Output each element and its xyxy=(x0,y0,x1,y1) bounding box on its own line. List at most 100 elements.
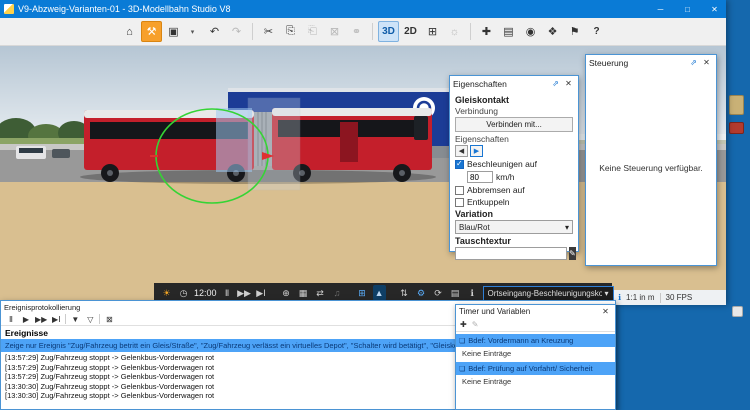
save-icon[interactable]: ▣ xyxy=(163,21,184,42)
event-selector-dropdown[interactable]: Ortseingang-Beschleunigungskon ▾ xyxy=(483,286,614,301)
desktop-icon[interactable] xyxy=(729,95,744,115)
skip-icon[interactable]: ▶Ⅰ xyxy=(255,285,268,301)
chevron-down-icon: ▾ xyxy=(605,289,609,298)
refresh-icon[interactable]: ⟳ xyxy=(432,285,445,301)
shuffle-icon[interactable]: ⇄ xyxy=(314,285,327,301)
toolbar-separator xyxy=(65,314,66,324)
filter-icon[interactable]: ▼ xyxy=(69,315,81,324)
plugin-icon[interactable]: ❖ xyxy=(542,21,563,42)
decouple-label: Entkuppeln xyxy=(467,197,510,207)
brake-checkbox[interactable] xyxy=(455,186,464,195)
sound-icon[interactable]: ♫ xyxy=(331,285,344,301)
desktop-icon[interactable] xyxy=(729,122,744,134)
wrench-icon[interactable]: ⚒ xyxy=(141,21,162,42)
light-icon: ☼ xyxy=(444,21,465,42)
decouple-checkbox[interactable] xyxy=(455,198,464,207)
flag-icon[interactable]: ⚑ xyxy=(564,21,585,42)
pause-icon[interactable]: Ⅱ xyxy=(5,315,17,324)
gear-icon[interactable]: ⚙ xyxy=(415,285,428,301)
zoom-icon[interactable]: ⊕ xyxy=(280,285,293,301)
camera-icon[interactable]: ◉ xyxy=(520,21,541,42)
panel-title: Eigenschaften xyxy=(453,79,549,89)
accelerate-input[interactable] xyxy=(467,171,493,183)
group-icon: ❏ xyxy=(459,365,465,373)
vehicles-icon[interactable]: ⇅ xyxy=(398,285,411,301)
redo-icon: ↷ xyxy=(226,21,247,42)
grid-icon[interactable]: ⊞ xyxy=(422,21,443,42)
close-icon[interactable]: ✕ xyxy=(562,79,575,88)
undo-icon[interactable]: ↶ xyxy=(204,21,225,42)
selected-door-highlight xyxy=(216,108,252,172)
window-title: V9-Abzweig-Varianten-01 - 3D-Modellbahn … xyxy=(18,4,645,14)
edit-texture-icon[interactable]: ✎ xyxy=(569,247,576,260)
close-icon[interactable]: ✕ xyxy=(599,307,612,316)
info-icon[interactable]: ℹ xyxy=(466,285,479,301)
title-bar: V9-Abzweig-Varianten-01 - 3D-Modellbahn … xyxy=(0,0,726,18)
add-icon[interactable]: ✚ xyxy=(460,320,467,329)
texture-label: Tauschtextur xyxy=(455,236,573,246)
texture-input[interactable] xyxy=(455,247,567,260)
copy-icon[interactable]: ⎘ xyxy=(280,21,301,42)
accelerate-checkbox[interactable] xyxy=(455,160,464,169)
steuerung-panel-header[interactable]: Steuerung ⇗ ✕ xyxy=(586,55,716,70)
scale-indicator: 1:1 in m xyxy=(626,293,654,302)
connect-button[interactable]: Verbinden mit... xyxy=(455,117,573,132)
connection-label: Verbindung xyxy=(455,106,573,116)
timer-group-row[interactable]: ❏ Bdef: Prüfung auf Vorfahrt/ Sicherheit xyxy=(456,362,615,375)
next-contact-button[interactable]: ▶ xyxy=(470,145,483,157)
properties-panel: Eigenschaften ⇗ ✕ Gleiskontakt Verbindun… xyxy=(449,75,579,252)
filter-alt-icon[interactable]: ▽ xyxy=(84,315,96,324)
view-3d-button[interactable]: 3D xyxy=(378,21,399,42)
add-object-icon[interactable]: ✚ xyxy=(476,21,497,42)
daylight-icon[interactable]: ☀ xyxy=(160,285,173,301)
view-2d-button[interactable]: 2D xyxy=(400,21,421,42)
app-icon xyxy=(4,4,14,14)
fps-indicator: 30 FPS xyxy=(666,293,693,302)
minimize-button[interactable]: ─ xyxy=(649,0,672,18)
desktop-icon[interactable] xyxy=(732,306,743,317)
variation-value: Blau/Rot xyxy=(459,223,490,232)
paste-icon: ⎗ xyxy=(302,21,323,42)
panel-title: Timer und Variablen xyxy=(459,307,599,316)
prev-contact-button[interactable]: ◀ xyxy=(455,145,468,157)
pause-icon[interactable]: Ⅱ xyxy=(221,285,234,301)
timer-group-empty: Keine Einträge xyxy=(456,375,615,388)
terrain-icon[interactable]: ▲ xyxy=(373,285,386,301)
properties-panel-header[interactable]: Eigenschaften ⇗ ✕ xyxy=(450,76,578,91)
cut-icon[interactable]: ✂ xyxy=(258,21,279,42)
main-toolbar: ⌂ ⚒ ▣ ▾ ↶ ↷ ✂ ⎘ ⎗ ⊠ ⚭ 3D 2D ⊞ ☼ ✚ ▤ ◉ ❖ … xyxy=(0,18,726,46)
layers-icon[interactable]: ▤ xyxy=(449,285,462,301)
close-button[interactable]: ✕ xyxy=(703,0,726,18)
popout-icon[interactable]: ⇗ xyxy=(549,79,562,88)
edit-icon[interactable]: ✎ xyxy=(472,320,479,329)
toolbar-separator xyxy=(252,23,253,40)
steuerung-empty-text: Keine Steuerung verfügbar. xyxy=(586,70,716,265)
event-selector-value: Ortseingang-Beschleunigungskon xyxy=(488,289,602,298)
delete-icon: ⊠ xyxy=(324,21,345,42)
toolbar-separator xyxy=(99,314,100,324)
toolbar-separator xyxy=(372,23,373,40)
play-icon[interactable]: ▶ xyxy=(20,315,32,324)
info-icon[interactable]: ℹ xyxy=(618,293,621,302)
timer-variables-panel: Timer und Variablen ✕ ✚ ✎ ❏ Bdef: Vorder… xyxy=(455,304,616,410)
help-button[interactable]: ? xyxy=(586,21,607,42)
close-icon[interactable]: ✕ xyxy=(700,58,713,67)
properties-label: Eigenschaften xyxy=(455,134,573,144)
chevron-down-icon: ▾ xyxy=(565,223,569,232)
save-dropdown-caret-icon[interactable]: ▾ xyxy=(182,21,203,42)
clear-log-icon[interactable]: ⊠ xyxy=(103,315,115,324)
skip-icon[interactable]: ▶Ⅰ xyxy=(50,315,62,324)
sim-time[interactable]: 12:00 xyxy=(194,288,217,298)
catalog-box-icon[interactable]: ▦ xyxy=(297,285,310,301)
catalog-icon[interactable]: ▤ xyxy=(498,21,519,42)
home-icon[interactable]: ⌂ xyxy=(119,21,140,42)
timer-panel-header[interactable]: Timer und Variablen ✕ xyxy=(456,305,615,318)
fast-forward-icon[interactable]: ▶▶ xyxy=(35,315,47,324)
maximize-button[interactable]: □ xyxy=(676,0,699,18)
panel-title: Steuerung xyxy=(589,58,687,68)
fast-forward-icon[interactable]: ▶▶ xyxy=(238,285,251,301)
popout-icon[interactable]: ⇗ xyxy=(687,58,700,67)
layout-grid-icon[interactable]: ⊞ xyxy=(356,285,369,301)
variation-dropdown[interactable]: Blau/Rot ▾ xyxy=(455,220,573,234)
timer-group-row[interactable]: ❏ Bdef: Vordermann an Kreuzung xyxy=(456,334,615,347)
